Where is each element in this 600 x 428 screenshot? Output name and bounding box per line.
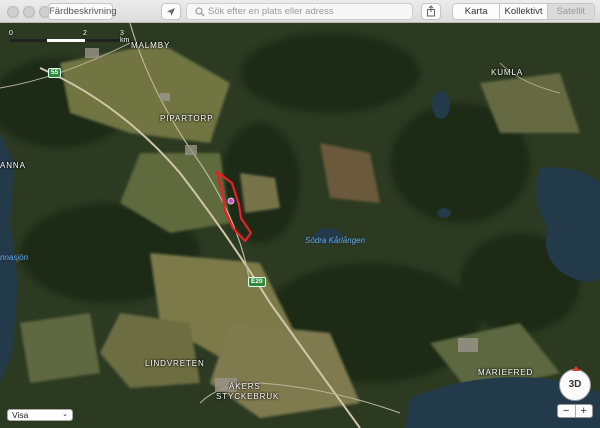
view-options-select[interactable]: Visa ⌄: [7, 409, 73, 421]
place-label-mariefred: MARIEFRED: [478, 368, 534, 377]
search-input[interactable]: Sök efter en plats eller adress: [186, 3, 413, 20]
satellite-map[interactable]: 0 2 3 km MALMBY KUMLA PIPARTORP ANNA LIN…: [0, 23, 600, 428]
place-label-styckebruk: STYCKEBRUK: [216, 392, 280, 401]
view-options-label: Visa: [12, 410, 29, 420]
scale-end: 3 km: [120, 30, 130, 44]
3d-button[interactable]: 3D: [559, 366, 591, 401]
tab-satellit[interactable]: Satellit: [547, 4, 594, 19]
minimize-window-button[interactable]: [23, 6, 35, 18]
3d-label: 3D: [568, 379, 582, 390]
location-pin-icon[interactable]: [227, 197, 235, 205]
place-label-pipartorp: PIPARTORP: [160, 114, 214, 123]
chevron-down-icon: ⌄: [62, 411, 68, 418]
map-mode-selector: Karta Kollektivt Satellit: [452, 3, 595, 20]
road-shield-55: 55: [48, 68, 62, 78]
zoom-in-button[interactable]: +: [576, 405, 593, 417]
compass-north-icon: [572, 366, 580, 371]
road-shield-e20: E20: [248, 277, 266, 287]
water-label-sodra-karlangen: Södra Kårlången: [305, 236, 366, 245]
close-window-button[interactable]: [7, 6, 19, 18]
place-label-malmby: MALMBY: [131, 41, 171, 50]
current-location-button[interactable]: [161, 3, 181, 20]
water-label-nnasjon: nnasjön: [0, 253, 29, 262]
directions-button[interactable]: Färdbeskrivning: [48, 3, 117, 20]
search-placeholder: Sök efter en plats eller adress: [208, 6, 334, 17]
share-icon: [427, 5, 435, 17]
place-label-akers: ÅKERS: [229, 382, 261, 391]
tab-karta[interactable]: Karta: [453, 4, 501, 19]
zoom-out-button[interactable]: −: [558, 405, 576, 417]
share-button[interactable]: [421, 3, 441, 20]
place-label-anna: ANNA: [0, 161, 26, 170]
scale-zero: 0: [9, 30, 13, 37]
search-icon: [195, 7, 205, 17]
scale-mid: 2: [83, 30, 87, 37]
window-toolbar: Färdbeskrivning Sök efter en plats eller…: [0, 0, 600, 23]
location-arrow-icon: [167, 8, 175, 16]
zoom-control: − +: [557, 404, 593, 418]
tab-kollektivt[interactable]: Kollektivt: [500, 4, 548, 19]
place-label-kumla: KUMLA: [491, 68, 524, 77]
place-label-lindvreten: LINDVRETEN: [145, 359, 205, 368]
